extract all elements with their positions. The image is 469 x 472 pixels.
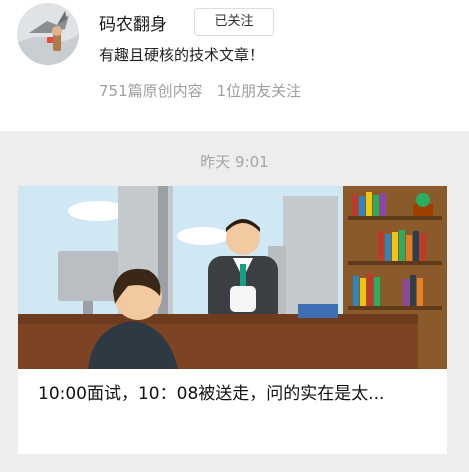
avatar[interactable]	[17, 3, 79, 65]
avatar-image	[17, 3, 79, 65]
follow-button[interactable]: 已关注	[194, 8, 274, 36]
account-stats: 751篇原创内容 1位朋友关注	[99, 80, 301, 101]
account-name[interactable]: 码农翻身	[99, 10, 167, 35]
original-count[interactable]: 751篇原创内容	[99, 82, 203, 100]
article-card[interactable]: 10:00面试，10：08被送走，问的实在是太...	[18, 186, 447, 454]
account-header: 码农翻身 已关注 有趣且硬核的技术文章！ 751篇原创内容 1位朋友关注	[0, 0, 469, 131]
friends-following[interactable]: 1位朋友关注	[217, 82, 302, 100]
account-description: 有趣且硬核的技术文章！	[99, 46, 265, 64]
article-cover-image	[18, 186, 447, 369]
article-title[interactable]: 10:00面试，10：08被送走，问的实在是太...	[38, 381, 430, 408]
message-timestamp: 昨天 9:01	[200, 153, 269, 171]
